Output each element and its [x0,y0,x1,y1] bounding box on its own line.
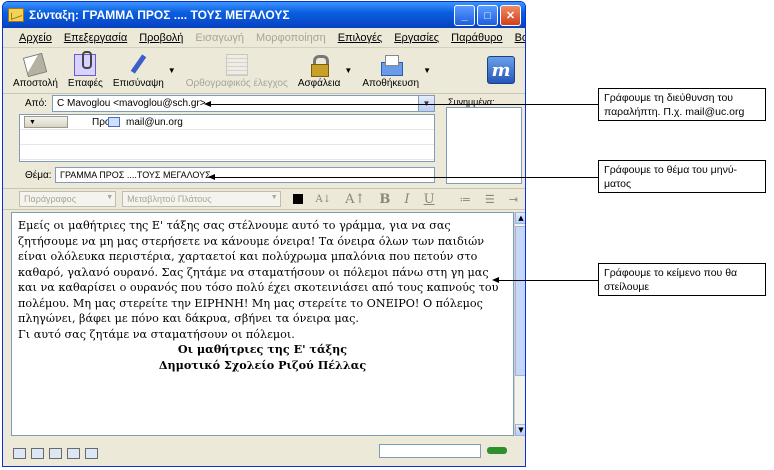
numbered-list-icon[interactable]: ≔ [460,193,471,206]
save-label: Αποθήκευση [362,78,420,89]
recipient-row-empty[interactable] [20,130,434,145]
menu-insert[interactable]: Εισαγωγή [195,32,244,44]
from-value: C Mavoglou <mavoglou@sch.gr> [57,98,206,109]
text-color-icon[interactable] [292,194,303,204]
bold-button[interactable]: B [379,192,390,207]
header-fields: Από: C Mavoglou <mavoglou@sch.gr> ▼ ▼ Πρ… [3,95,443,184]
address-book-icon[interactable] [31,447,44,459]
spellcheck-label: Ορθογραφικός έλεγχος [185,78,288,89]
save-icon [380,54,403,76]
lock-icon [308,54,330,77]
address-card-icon [108,117,120,127]
callout-arrow-address [204,101,598,107]
signature-line2: Δημοτικό Σχολείο Ριζού Πέλλας [158,357,367,372]
spell-status-icon[interactable] [49,447,62,459]
menu-options[interactable]: Επιλογές [338,32,383,44]
vertical-scrollbar[interactable]: ▲ ▼ [514,212,525,436]
menu-help[interactable]: Βοήθεια [515,32,525,44]
menu-file[interactable]: Αρχείο [19,32,52,44]
message-text: Εμείς οι μαθήτριες της Ε' τάξης σας στέλ… [18,219,499,325]
app-logo-icon: m [487,56,515,84]
compose-window: Σύνταξη: ΓΡΑΜΜΑ ΠΡΟΣ .... ΤΟΥΣ ΜΕΓΑΛΟΥΣ … [2,1,526,467]
contacts-button[interactable]: Επαφές [67,51,103,89]
attach-dropdown-icon[interactable]: ▼ [168,66,176,75]
signature-line1: Οι μαθήτριες της Ε' τάξης [177,342,348,356]
send-button[interactable]: Αποστολή [13,52,58,89]
indent-icon[interactable]: ⇥ [509,193,518,206]
font-value: Μεταβλητού Πλάτους [127,194,212,204]
attachments-label: Συνημμένα: [448,97,495,107]
font-larger-icon[interactable]: A↑ [345,192,365,207]
message-body[interactable]: Εμείς οι μαθήτριες της Ε' τάξης σας στέλ… [11,212,514,436]
contacts-label: Επαφές [67,78,103,89]
save-button[interactable]: Αποθήκευση [362,54,419,89]
callout-address: Γράφουμε τη διεύθυνση του παραλήπτη. Π.χ… [598,88,766,121]
spellcheck-button[interactable]: Ορθογραφικός έλεγχος [186,54,288,89]
font-select[interactable]: Μεταβλητού Πλάτους ▼ [122,191,281,207]
to-field[interactable]: mail@un.org [126,117,183,128]
contacts-icon [74,51,97,76]
security-label: Ασφάλεια [297,78,341,89]
format-toolbar: Παράγραφος ▼ Μεταβλητού Πλάτους ▼ A↓ A↑ … [3,188,525,210]
paragraph-style-select[interactable]: Παράγραφος ▼ [19,191,117,207]
from-label: Από: [25,98,47,109]
callout-arrow-subject [208,174,598,180]
signature-icon[interactable] [67,447,80,459]
chevron-down-icon: ▼ [106,194,114,201]
window-title: Σύνταξη: ΓΡΑΜΜΑ ΠΡΟΣ .... ΤΟΥΣ ΜΕΓΑΛΟΥΣ [29,8,290,22]
attachments-list[interactable] [446,107,522,184]
menu-format[interactable]: Μορφοποίηση [256,32,326,44]
encryption-icon[interactable] [85,447,98,459]
minimize-button[interactable]: _ [454,5,475,26]
callout-arrow-body [492,277,598,283]
scroll-thumb[interactable] [515,226,525,376]
underline-button[interactable]: U [424,192,435,207]
compose-icon [8,8,24,22]
menu-tools[interactable]: Εργασίες [394,32,439,44]
attach-button[interactable]: Επισύναψη [113,54,164,89]
toolbar: Αποστολή Επαφές Επισύναψη ▼ Ορθογραφικός… [3,48,525,94]
italic-button[interactable]: I [404,192,409,207]
window-controls: _ □ ✕ [454,5,521,26]
connection-icon [487,447,507,454]
attachments-pane: Συνημμένα: [444,95,524,187]
scroll-up-icon[interactable]: ▲ [515,212,525,224]
security-dropdown-icon[interactable]: ▼ [344,66,352,75]
send-icon [23,52,48,78]
recipients-list[interactable]: ▼ Προς: mail@un.org [19,114,435,162]
recipient-type-select[interactable]: ▼ [24,116,68,128]
menu-edit[interactable]: Επεξεργασία [64,32,127,44]
title-bar[interactable]: Σύνταξη: ΓΡΑΜΜΑ ΠΡΟΣ .... ΤΟΥΣ ΜΕΓΑΛΟΥΣ … [3,2,525,28]
attach-icon [127,54,149,76]
menu-window[interactable]: Παράθυρο [451,32,502,44]
attach-label: Επισύναψη [112,78,164,89]
menu-view[interactable]: Προβολή [139,32,183,44]
callout-body: Γράφουμε το κείμενο που θα στείλουμε [598,263,766,296]
close-button[interactable]: ✕ [500,5,521,26]
recipient-row-empty[interactable] [20,145,434,160]
menu-bar: Αρχείο Επεξεργασία Προβολή Εισαγωγή Μορφ… [3,28,525,48]
message-text-line2: Γι αυτό σας ζητάμε να σταματήσουν οι πόλ… [18,327,295,341]
scroll-down-icon[interactable]: ▼ [515,424,525,436]
offline-icon[interactable] [13,447,26,459]
security-button[interactable]: Ασφάλεια [297,54,341,89]
font-smaller-icon[interactable]: A↓ [316,194,332,205]
maximize-button[interactable]: □ [477,5,498,26]
save-dropdown-icon[interactable]: ▼ [423,66,431,75]
send-label: Αποστολή [13,78,58,89]
status-text-field [379,444,481,458]
subject-label: Θέμα: [25,170,52,181]
callout-subject: Γράφουμε το θέμα του μηνύ-ματος [598,160,766,193]
paragraph-style-value: Παράγραφος [24,194,77,204]
status-bar [3,438,525,466]
bullet-list-icon[interactable]: ☰ [485,193,495,206]
chevron-down-icon: ▼ [270,194,278,201]
subject-input[interactable]: ΓΡΑΜΜΑ ΠΡΟΣ ....ΤΟΥΣ ΜΕΓΑΛΟΥΣ [55,167,435,183]
spellcheck-icon [225,54,248,76]
recipient-row[interactable]: ▼ Προς: mail@un.org [20,115,434,130]
